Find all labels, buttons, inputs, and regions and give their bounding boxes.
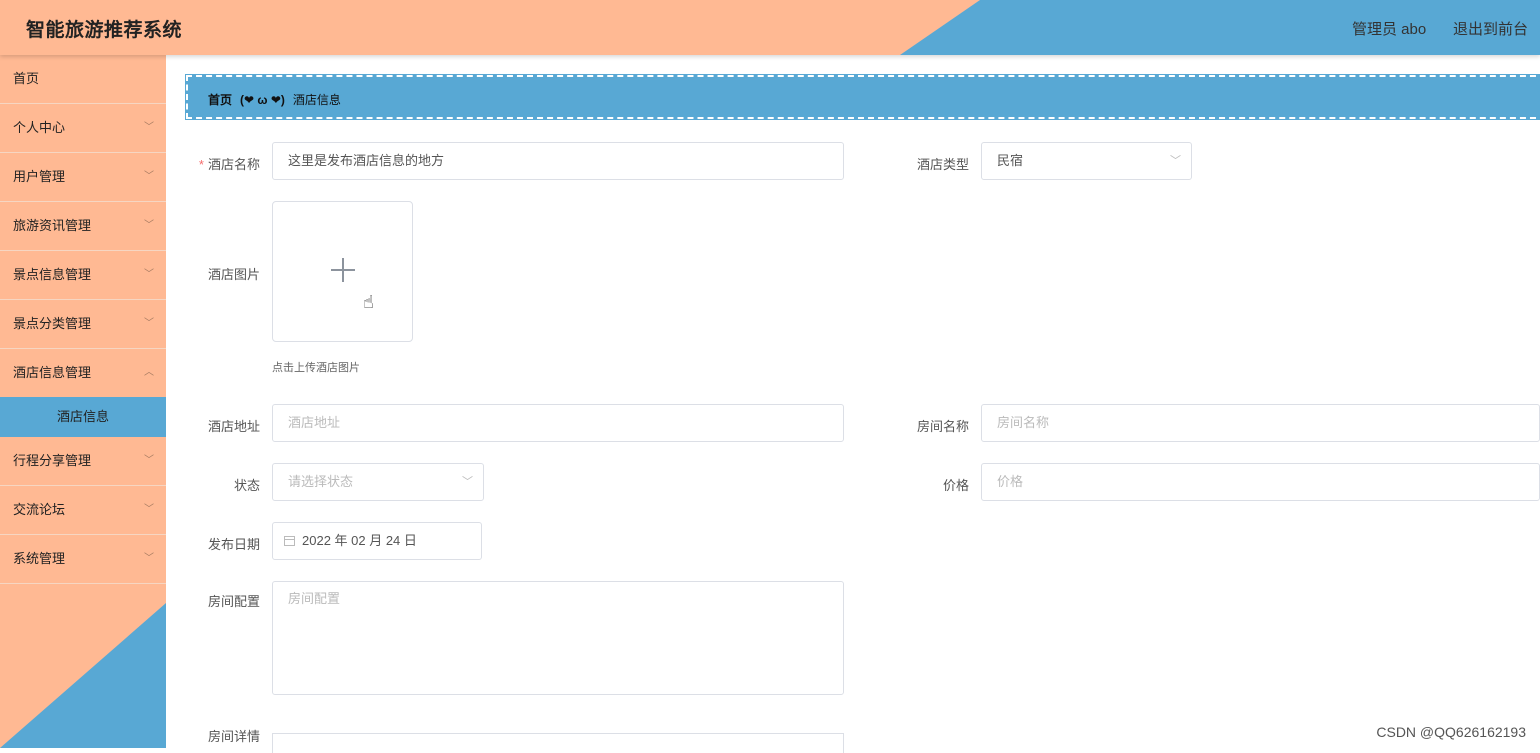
room-config-label: 房间配置 — [207, 594, 260, 609]
chevron-down-icon: ﹀ — [144, 269, 154, 280]
room-detail-editor[interactable] — [272, 733, 844, 753]
price-label: 价格 — [942, 478, 969, 493]
hotel-type-value: 民宿 — [997, 153, 1024, 168]
chevron-down-icon: ﹀ — [144, 318, 154, 329]
date-label: 发布日期 — [207, 537, 260, 552]
chevron-down-icon: ﹀ — [144, 171, 154, 182]
status-select[interactable]: 请选择状态 ﹀ — [272, 463, 484, 501]
chevron-down-icon: ﹀ — [144, 220, 154, 231]
top-header: 智能旅游推荐系统 管理员 abo 退出到前台 — [0, 0, 1540, 55]
sidebar-item-forum[interactable]: 交流论坛 ﹀ — [0, 486, 166, 535]
header-blue-decoration — [900, 0, 1540, 55]
calendar-icon — [284, 536, 295, 546]
hotel-name-label: * 酒店名称 — [196, 154, 260, 173]
status-placeholder: 请选择状态 — [288, 474, 354, 489]
breadcrumb-separator: (❤ ω ❤) — [240, 93, 285, 107]
hotel-image-label: 酒店图片 — [207, 267, 260, 282]
chevron-down-icon: ﹀ — [144, 553, 154, 564]
breadcrumb-home[interactable]: 首页 — [208, 93, 232, 107]
required-marker: * — [198, 157, 204, 172]
sidebar-item-system[interactable]: 系统管理 ﹀ — [0, 535, 166, 584]
sidebar-item-scenic-info[interactable]: 景点信息管理 ﹀ — [0, 251, 166, 300]
sidebar-item-travel-news[interactable]: 旅游资讯管理 ﹀ — [0, 202, 166, 251]
sidebar-item-hotel-management[interactable]: 酒店信息管理 ︿ — [0, 349, 166, 397]
room-name-input[interactable]: 房间名称 — [981, 404, 1540, 442]
sidebar-item-label: 首页 — [13, 71, 40, 86]
sidebar-item-label: 个人中心 — [13, 120, 66, 135]
chevron-down-icon: ﹀ — [144, 122, 154, 133]
sidebar-item-label: 行程分享管理 — [13, 453, 92, 468]
sidebar-subitem-hotel-info[interactable]: 酒店信息 — [0, 397, 166, 437]
current-user: 管理员 abo — [1352, 21, 1427, 38]
sidebar-item-label: 酒店信息管理 — [13, 365, 92, 380]
hand-cursor-icon: ☝ — [363, 292, 374, 312]
sidebar-item-label: 景点信息管理 — [13, 267, 92, 282]
logout-link[interactable]: 退出到前台 — [1453, 18, 1528, 39]
hotel-name-label-text: 酒店名称 — [207, 157, 260, 172]
sidebar-item-personal-center[interactable]: 个人中心 ﹀ — [0, 104, 166, 153]
chevron-down-icon: ﹀ — [462, 476, 473, 488]
upload-hint: 点击上传酒店图片 — [272, 362, 360, 374]
room-name-label: 房间名称 — [916, 419, 969, 434]
chevron-down-icon: ﹀ — [144, 504, 154, 515]
sidebar-item-home[interactable]: 首页 — [0, 55, 166, 104]
sidebar-item-label: 旅游资讯管理 — [13, 218, 92, 233]
sidebar-item-user-management[interactable]: 用户管理 ﹀ — [0, 153, 166, 202]
app-title: 智能旅游推荐系统 — [26, 20, 183, 41]
breadcrumb-current: 酒店信息 — [292, 93, 341, 107]
address-label: 酒店地址 — [207, 419, 260, 434]
sidebar-blue-decoration — [0, 603, 166, 748]
sidebar-item-label: 景点分类管理 — [13, 316, 92, 331]
status-label: 状态 — [233, 478, 260, 493]
sidebar-item-trip-sharing[interactable]: 行程分享管理 ﹀ — [0, 437, 166, 486]
chevron-up-icon: ︿ — [144, 367, 154, 378]
plus-icon — [331, 258, 355, 282]
image-upload-box[interactable] — [272, 201, 413, 342]
main-content: 首页 (❤ ω ❤) 酒店信息 * 酒店名称 这里是发布酒店信息的地方 酒店类型 民宿… — [166, 55, 1540, 753]
room-detail-label: 房间详情 — [207, 729, 260, 744]
chevron-down-icon: ﹀ — [1170, 155, 1181, 167]
hotel-name-input[interactable]: 这里是发布酒店信息的地方 — [272, 142, 844, 180]
date-value: 2022 年 02 月 24 日 — [302, 533, 417, 548]
price-input[interactable]: 价格 — [981, 463, 1540, 501]
hotel-type-select[interactable]: 民宿 ﹀ — [981, 142, 1192, 180]
sidebar-item-label: 系统管理 — [13, 551, 66, 566]
sidebar-item-scenic-category[interactable]: 景点分类管理 ﹀ — [0, 300, 166, 349]
sidebar-item-label: 交流论坛 — [13, 502, 66, 517]
address-input[interactable]: 酒店地址 — [272, 404, 844, 442]
sidebar: 首页 个人中心 ﹀ 用户管理 ﹀ 旅游资讯管理 ﹀ 景点信息管理 ﹀ 景点分类管理 ﹀ 酒… — [0, 55, 166, 748]
hotel-type-label: 酒店类型 — [916, 157, 969, 172]
watermark: CSDN @QQ626162193 — [1376, 724, 1526, 740]
room-config-textarea[interactable]: 房间配置 — [272, 581, 844, 695]
date-picker[interactable]: 2022 年 02 月 24 日 — [272, 522, 482, 560]
sidebar-item-label: 用户管理 — [13, 169, 66, 184]
breadcrumb: 首页 (❤ ω ❤) 酒店信息 — [185, 74, 1540, 120]
chevron-down-icon: ﹀ — [144, 455, 154, 466]
